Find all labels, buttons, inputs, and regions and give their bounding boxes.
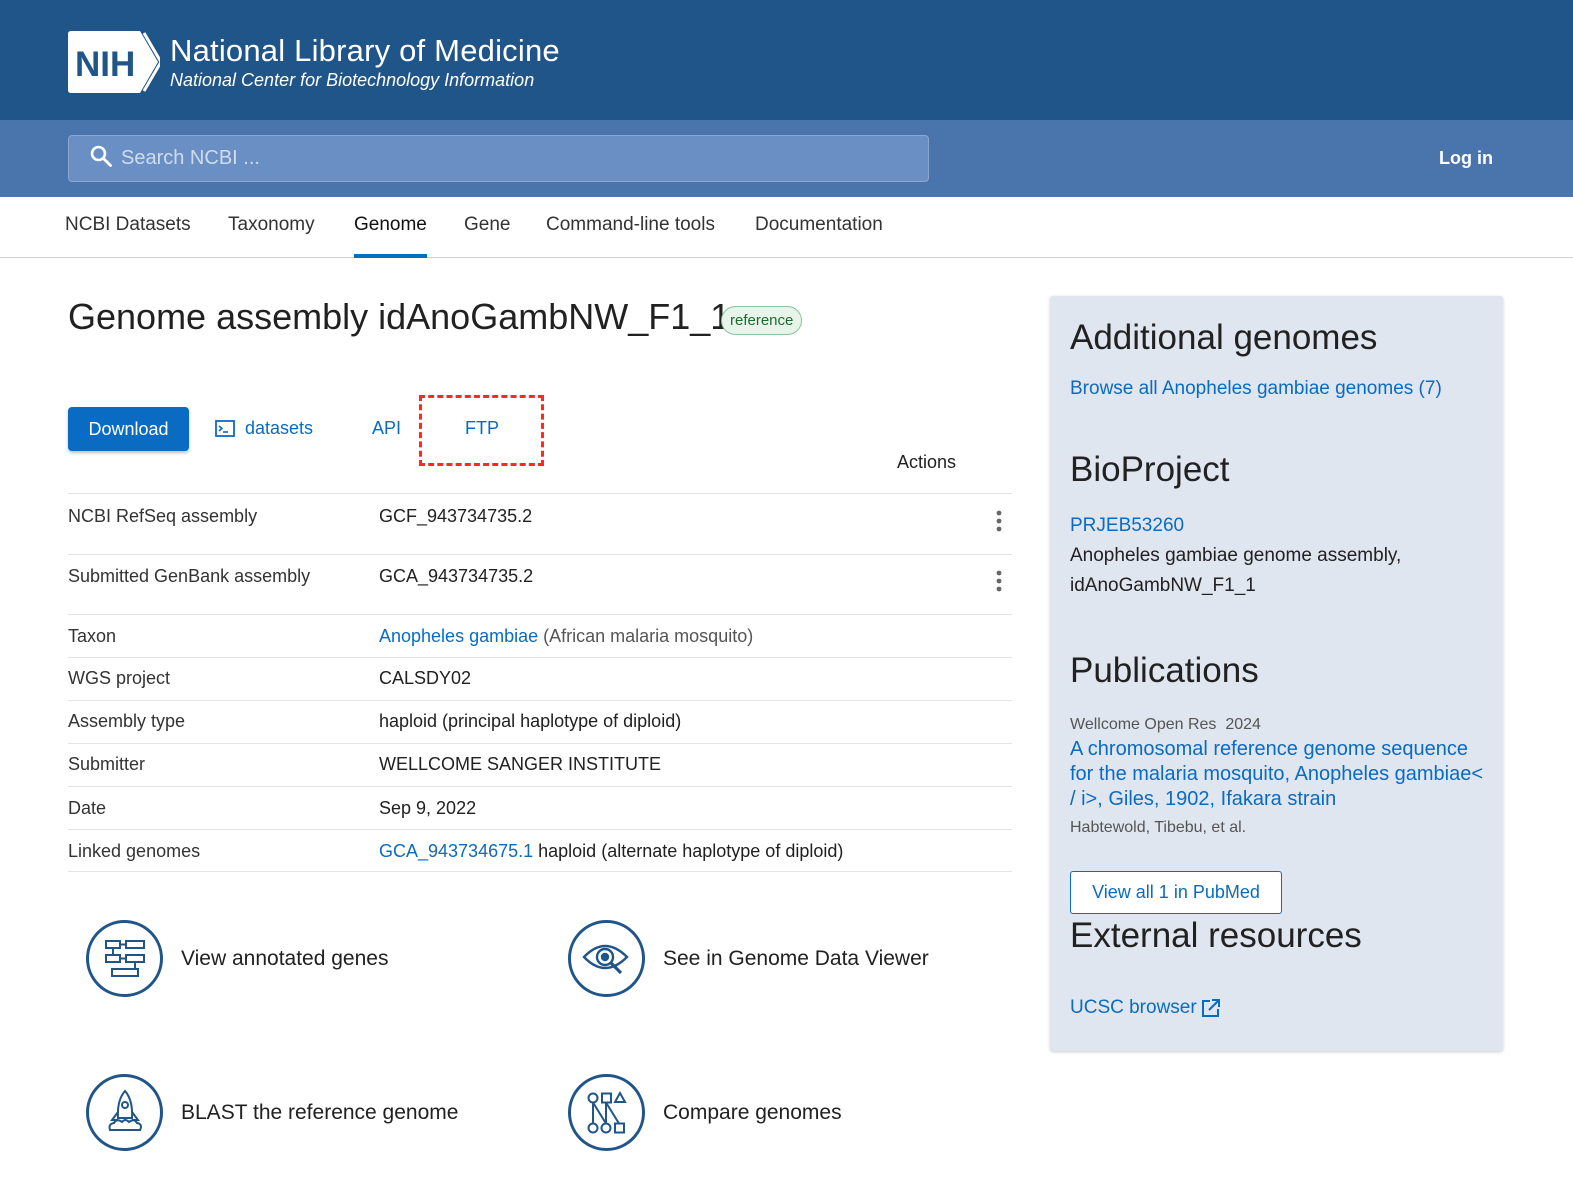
nih-logo-icon: NIH bbox=[68, 31, 160, 93]
row-label: Submitter bbox=[68, 754, 146, 774]
row-value: GCA_943734675.1 haploid (alternate haplo… bbox=[379, 841, 843, 862]
feature-label: BLAST the reference genome bbox=[181, 1100, 459, 1124]
blast-reference-genome-link[interactable]: BLAST the reference genome bbox=[86, 1074, 458, 1151]
nlm-logo[interactable]: NIH National Library of Medicine Nationa… bbox=[68, 31, 560, 93]
row-label: Taxon bbox=[68, 626, 117, 646]
additional-genomes-heading: Additional genomes bbox=[1070, 318, 1378, 357]
datasets-link[interactable]: datasets bbox=[215, 418, 313, 439]
publication-title-link[interactable]: A chromosomal reference genome sequence … bbox=[1070, 737, 1490, 812]
search-input[interactable] bbox=[121, 147, 881, 170]
tab-command-line-tools[interactable]: Command-line tools bbox=[546, 214, 715, 258]
nav-tabs: NCBI Datasets Taxonomy Genome Gene Comma… bbox=[0, 197, 1573, 258]
row-label: Assembly type bbox=[68, 711, 186, 731]
row-value: GCA_943734735.2 bbox=[379, 566, 534, 586]
tab-genome[interactable]: Genome bbox=[354, 214, 427, 258]
row-value: GCF_943734735.2 bbox=[379, 506, 533, 526]
bioproject-description: Anopheles gambiae genome assembly, idAno… bbox=[1070, 545, 1402, 596]
search-icon bbox=[89, 144, 113, 173]
row-label: Submitted GenBank assembly bbox=[68, 566, 311, 586]
api-link[interactable]: API bbox=[372, 418, 401, 439]
publication-authors: Habtewold, Tibebu, et al. bbox=[1070, 819, 1247, 836]
more-vert-icon[interactable] bbox=[996, 570, 1002, 597]
compare-genomes-icon bbox=[568, 1074, 645, 1151]
publication-source: Wellcome Open Res 2024 bbox=[1070, 716, 1261, 734]
page-title: Genome assembly idAnoGambNW_F1_1 bbox=[68, 296, 731, 337]
table-row: WGS project CALSDY02 bbox=[68, 657, 1012, 700]
reference-badge: reference bbox=[721, 306, 803, 335]
publication-journal: Wellcome Open Res bbox=[1070, 716, 1217, 733]
tab-gene[interactable]: Gene bbox=[464, 214, 510, 258]
assembly-info-table: NCBI RefSeq assembly GCF_943734735.2 Sub… bbox=[68, 493, 1012, 872]
ftp-highlight-annotation bbox=[419, 395, 544, 466]
search-box[interactable] bbox=[68, 135, 929, 182]
ucsc-browser-link[interactable]: UCSC browser bbox=[1070, 997, 1221, 1019]
row-value: WELLCOME SANGER INSTITUTE bbox=[379, 754, 662, 774]
nih-logo-text: NIH bbox=[75, 45, 135, 84]
ucsc-browser-label: UCSC browser bbox=[1070, 997, 1197, 1018]
row-value: Sep 9, 2022 bbox=[379, 798, 477, 818]
more-vert-icon[interactable] bbox=[996, 510, 1002, 537]
datasets-label: datasets bbox=[245, 418, 314, 438]
publication-year: 2024 bbox=[1225, 716, 1261, 733]
table-row: Taxon Anopheles gambiae (African malaria… bbox=[68, 614, 1012, 657]
taxon-link[interactable]: Anopheles gambiae bbox=[379, 626, 538, 646]
view-in-pubmed-button[interactable]: View all 1 in PubMed bbox=[1070, 871, 1282, 914]
table-row: Date Sep 9, 2022 bbox=[68, 786, 1012, 829]
taxon-common-name: (African malaria mosquito) bbox=[543, 626, 754, 646]
feature-label: View annotated genes bbox=[181, 946, 389, 970]
terminal-icon bbox=[215, 420, 235, 437]
publications-heading: Publications bbox=[1070, 651, 1259, 690]
top-banner: NIH National Library of Medicine Nationa… bbox=[0, 0, 1573, 120]
row-label: WGS project bbox=[68, 668, 171, 688]
tab-taxonomy[interactable]: Taxonomy bbox=[228, 214, 315, 258]
table-row: Submitted GenBank assembly GCA_943734735… bbox=[68, 554, 1012, 614]
row-label: NCBI RefSeq assembly bbox=[68, 506, 258, 526]
eye-magnifier-icon bbox=[568, 920, 645, 997]
feature-label: Compare genomes bbox=[663, 1100, 842, 1124]
linked-genome-link[interactable]: GCA_943734675.1 bbox=[379, 841, 533, 861]
site-subtitle: National Center for Biotechnology Inform… bbox=[170, 70, 535, 90]
row-label: Linked genomes bbox=[68, 841, 201, 861]
bioproject-link[interactable]: PRJEB53260 bbox=[1070, 515, 1184, 537]
genome-data-viewer-link[interactable]: See in Genome Data Viewer bbox=[568, 920, 929, 997]
external-resources-heading: External resources bbox=[1070, 916, 1362, 955]
external-link-icon bbox=[1200, 998, 1221, 1019]
view-annotated-genes-link[interactable]: View annotated genes bbox=[86, 920, 388, 997]
site-title: National Library of Medicine bbox=[170, 33, 560, 68]
compare-genomes-link[interactable]: Compare genomes bbox=[568, 1074, 842, 1151]
feature-label: See in Genome Data Viewer bbox=[663, 946, 929, 970]
gene-annotation-icon bbox=[86, 920, 163, 997]
download-button[interactable]: Download bbox=[68, 407, 189, 451]
table-row: Linked genomes GCA_943734675.1 haploid (… bbox=[68, 829, 1012, 872]
tab-documentation[interactable]: Documentation bbox=[755, 214, 883, 258]
bioproject-heading: BioProject bbox=[1070, 450, 1230, 489]
row-label: Date bbox=[68, 798, 107, 818]
browse-genomes-link[interactable]: Browse all Anopheles gambiae genomes (7) bbox=[1070, 378, 1442, 400]
table-row: Assembly type haploid (principal haploty… bbox=[68, 700, 1012, 743]
login-link[interactable]: Log in bbox=[1439, 148, 1493, 169]
table-row: NCBI RefSeq assembly GCF_943734735.2 bbox=[68, 493, 1012, 554]
row-value: Anopheles gambiae (African malaria mosqu… bbox=[379, 626, 753, 647]
sidebar-panel: Additional genomes Browse all Anopheles … bbox=[1050, 296, 1503, 1051]
wgs-project-link[interactable]: CALSDY02 bbox=[379, 668, 471, 689]
tab-ncbi-datasets[interactable]: NCBI Datasets bbox=[65, 214, 191, 258]
actions-column-header: Actions bbox=[897, 452, 957, 472]
row-value: haploid (principal haplotype of diploid) bbox=[379, 711, 682, 731]
rocket-icon bbox=[86, 1074, 163, 1151]
table-row: Submitter WELLCOME SANGER INSTITUTE bbox=[68, 743, 1012, 786]
linked-genome-desc: haploid (alternate haplotype of diploid) bbox=[538, 841, 844, 861]
